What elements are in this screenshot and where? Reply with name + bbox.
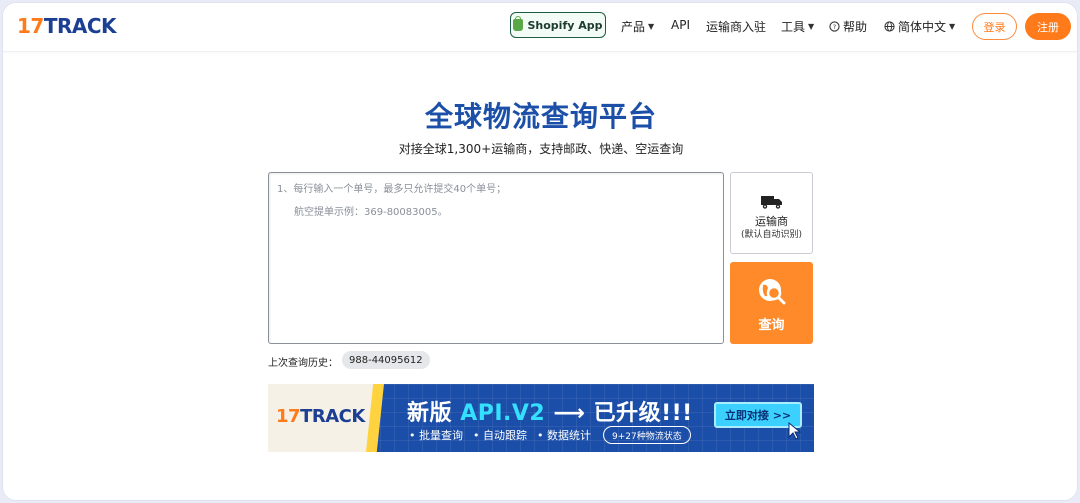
chevron-down-icon: ▼: [648, 22, 655, 31]
nav-tools[interactable]: 工具 ▼: [781, 18, 814, 35]
banner-headline: 新版 API.V2 ⟶ 已升级!!!: [407, 401, 693, 426]
query-button[interactable]: 查询: [730, 262, 813, 344]
nav-help[interactable]: ? 帮助: [829, 18, 867, 35]
help-circle-icon: ?: [829, 21, 840, 32]
register-button[interactable]: 注册: [1025, 13, 1071, 40]
nav-language[interactable]: 简体中文 ▼: [884, 18, 955, 35]
history-label: 上次查询历史：: [268, 358, 338, 369]
globe-search-icon: [759, 279, 786, 305]
carrier-select-button[interactable]: 运输商 (默认自动识别): [730, 172, 813, 254]
feature-batch-query: • 批量查询: [409, 429, 463, 442]
browser-page: 17TRACK Shopify App 产品 ▼ API 运输商入驻 工具 ▼ ? …: [2, 2, 1078, 501]
placeholder-line-1: 1、每行输入一个单号，最多只允许提交40个单号；: [277, 184, 507, 195]
tracking-number-input[interactable]: 1、每行输入一个单号，最多只允许提交40个单号； 航空提单示例：369-8008…: [268, 172, 724, 344]
carrier-sublabel: (默认自动识别): [740, 230, 803, 240]
api-v2-promo-banner[interactable]: 17TRACK 新版 API.V2 ⟶ 已升级!!! • 批量查询 • 自动跟踪…: [268, 384, 814, 452]
17track-logo[interactable]: 17TRACK: [17, 14, 117, 38]
page-subtitle: 对接全球1,300+运输商，支持邮政、快递、空运查询: [398, 142, 684, 156]
query-label: 查询: [758, 318, 785, 333]
top-navigation-bar: 17TRACK Shopify App 产品 ▼ API 运输商入驻 工具 ▼ ? …: [3, 3, 1077, 52]
banner-status-tag: 9+27种物流状态: [603, 426, 691, 444]
globe-icon: [884, 21, 895, 32]
placeholder-line-2: 航空提单示例：369-80083005。: [294, 207, 448, 218]
truck-icon: [761, 196, 782, 209]
history-chip[interactable]: 988-44095612: [342, 351, 430, 369]
nav-carriers[interactable]: 运输商入驻: [706, 18, 766, 35]
banner-17track-logo: 17TRACK: [276, 406, 365, 427]
arrow-right-icon: ⟶: [553, 401, 586, 426]
cursor-pointer-icon: [788, 422, 802, 440]
page-title: 全球物流查询平台: [424, 100, 657, 133]
login-button[interactable]: 登录: [972, 13, 1017, 40]
feature-data-stats: • 数据统计: [537, 429, 591, 442]
nav-products[interactable]: 产品 ▼: [621, 18, 654, 35]
feature-auto-track: • 自动跟踪: [473, 429, 527, 442]
chevron-down-icon: ▼: [808, 22, 815, 31]
nav-api[interactable]: API: [671, 18, 690, 32]
shopify-app-label: Shopify App: [527, 18, 603, 32]
chevron-down-icon: ▼: [949, 22, 956, 31]
shopify-bag-icon: [513, 16, 524, 31]
svg-text:?: ?: [833, 23, 836, 31]
shopify-app-button[interactable]: Shopify App: [510, 12, 606, 38]
banner-features: • 批量查询 • 自动跟踪 • 数据统计: [409, 427, 591, 443]
